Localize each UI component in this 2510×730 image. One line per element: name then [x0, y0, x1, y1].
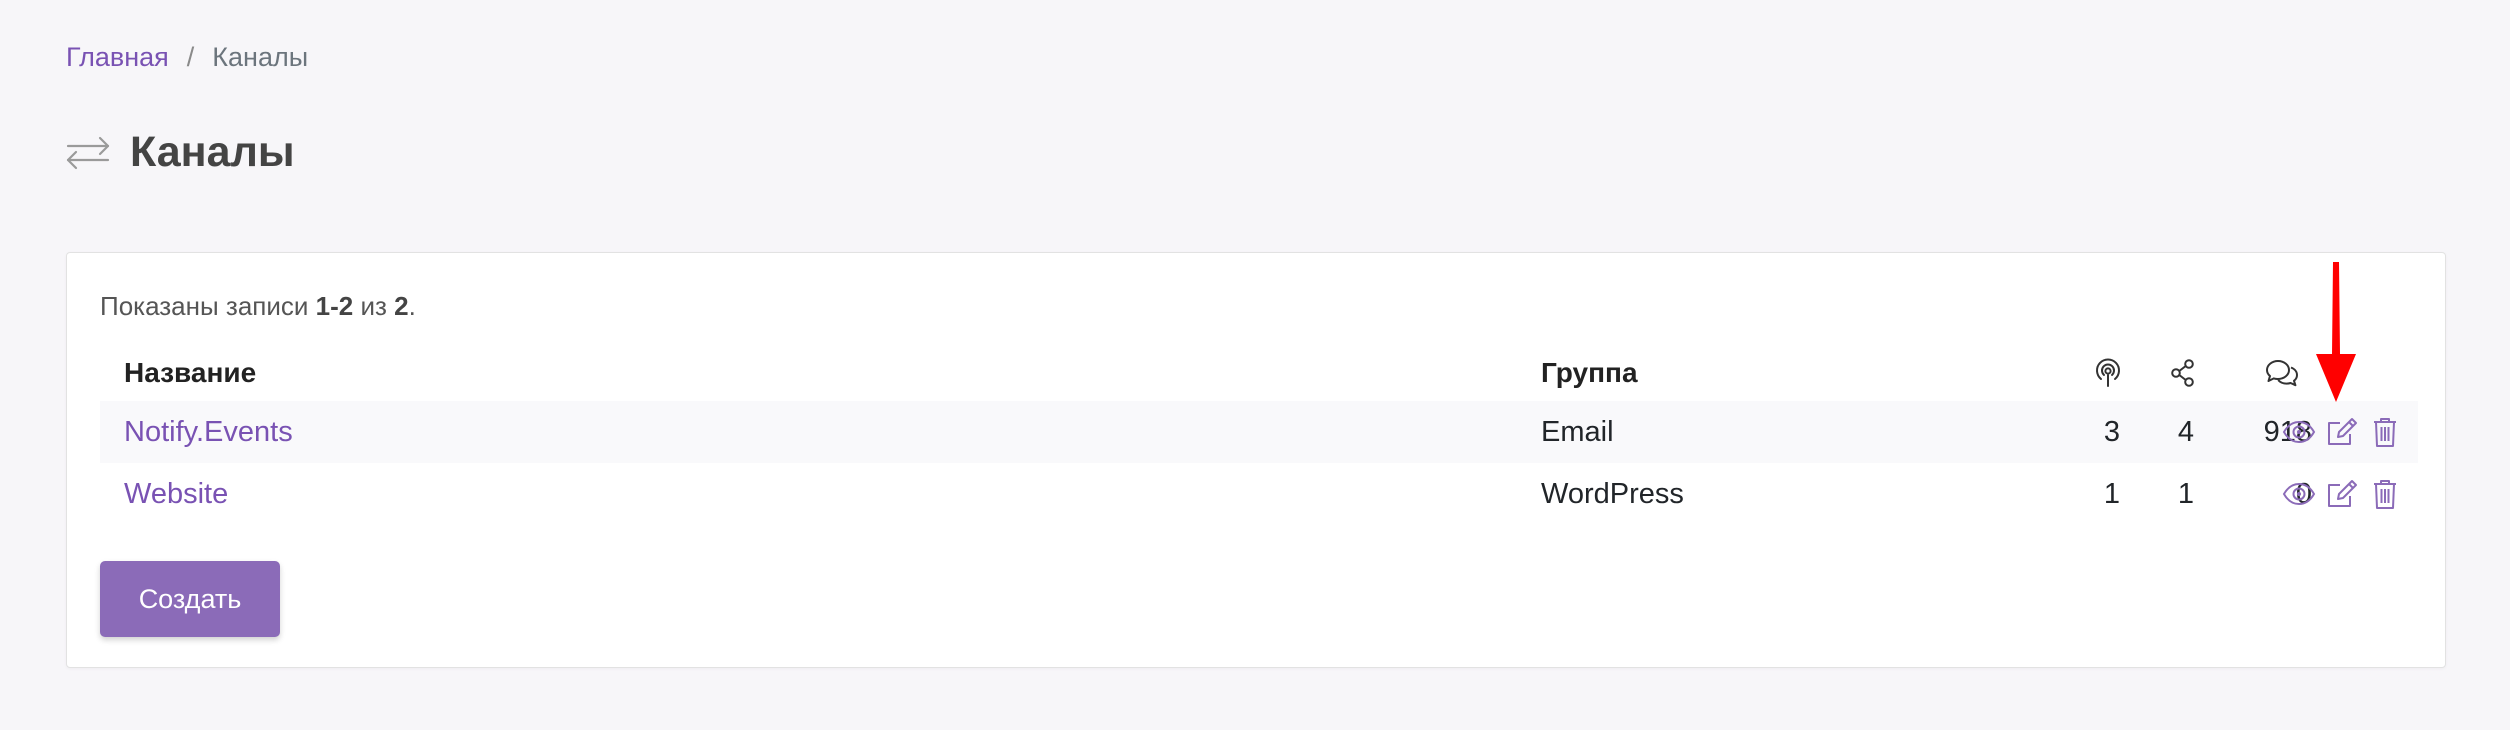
- annotation-arrow: [2316, 262, 2356, 402]
- channel-group-cell: Email: [1541, 415, 1614, 448]
- breadcrumb-current: Каналы: [212, 42, 309, 72]
- channels-card: Показаны записи 1-2 из 2. Название Групп…: [66, 252, 2446, 668]
- page-header: Каналы: [64, 124, 295, 180]
- view-button[interactable]: [2282, 477, 2316, 511]
- column-header-messages: [2264, 345, 2300, 401]
- create-button[interactable]: Создать: [100, 561, 280, 637]
- edit-button[interactable]: [2325, 477, 2359, 511]
- summary-range: 1-2: [315, 291, 354, 321]
- eye-icon: [2282, 482, 2316, 506]
- summary-middle: из: [353, 291, 395, 321]
- delete-button[interactable]: [2368, 477, 2402, 511]
- column-header-group-label: Группа: [1541, 357, 1638, 388]
- table-header-row: Название Группа: [100, 345, 2418, 401]
- trash-icon: [2374, 418, 2396, 447]
- delete-button[interactable]: [2368, 415, 2402, 449]
- summary-prefix: Показаны записи: [100, 291, 316, 321]
- column-header-group[interactable]: Группа: [1541, 345, 1638, 401]
- trash-icon: [2374, 480, 2396, 509]
- share-icon: [2171, 359, 2194, 387]
- breadcrumb-home-link[interactable]: Главная: [66, 42, 169, 72]
- view-button[interactable]: [2282, 415, 2316, 449]
- summary-suffix: .: [408, 291, 416, 321]
- column-header-recipients: [2168, 345, 2198, 401]
- column-header-name[interactable]: Название: [124, 345, 256, 401]
- channel-name-cell: Website: [124, 463, 228, 525]
- recipients-count: 4: [2177, 415, 2194, 448]
- channel-name-link[interactable]: Notify.Events: [124, 416, 293, 449]
- channels-table: Название Группа Notify.Events Email 3 4 …: [100, 345, 2418, 525]
- recipients-count: 1: [2177, 477, 2194, 510]
- edit-icon: [2328, 418, 2357, 445]
- edit-icon: [2328, 480, 2357, 507]
- row-actions: [2282, 401, 2402, 463]
- table-row: Notify.Events Email 3 4 918: [100, 401, 2418, 463]
- column-header-name-label: Название: [124, 357, 257, 388]
- exchange-arrows-icon: [66, 136, 110, 170]
- channel-name-cell: Notify.Events: [124, 401, 293, 463]
- channel-group-cell: WordPress: [1541, 477, 1684, 510]
- table-row: Website WordPress 1 1 0: [100, 463, 2418, 525]
- row-actions: [2282, 463, 2402, 525]
- column-header-sources: [2093, 345, 2123, 401]
- sources-count: 3: [2103, 415, 2120, 448]
- edit-button[interactable]: [2325, 415, 2359, 449]
- page: Главная / Каналы Каналы Показаны записи 1-…: [0, 0, 2510, 730]
- page-title: Каналы: [130, 128, 295, 176]
- breadcrumb-separator: /: [186, 42, 195, 72]
- records-summary: Показаны записи 1-2 из 2.: [100, 289, 416, 323]
- comments-icon: [2266, 360, 2298, 387]
- eye-icon: [2282, 420, 2316, 444]
- summary-total: 2: [394, 291, 409, 321]
- sources-count: 1: [2103, 477, 2120, 510]
- podcast-icon: [2096, 358, 2120, 387]
- channel-name-link[interactable]: Website: [124, 478, 228, 511]
- breadcrumb: Главная / Каналы: [66, 40, 308, 74]
